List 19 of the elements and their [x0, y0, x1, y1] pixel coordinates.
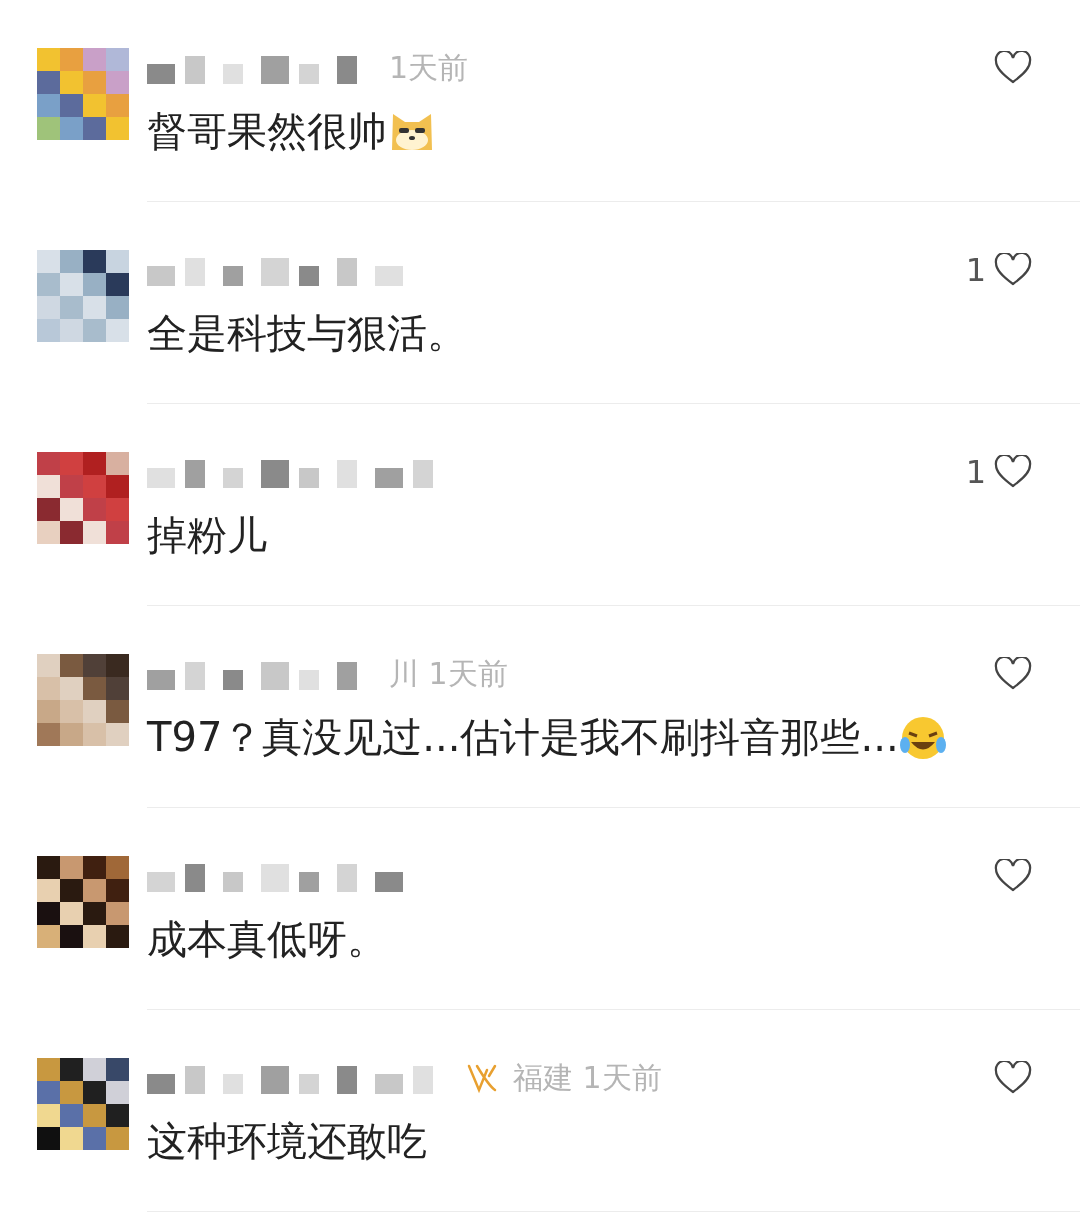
badge-icon: [465, 1062, 499, 1094]
heart-icon[interactable]: [994, 1061, 1032, 1095]
heart-icon[interactable]: [994, 859, 1032, 893]
comment-text: 全是科技与狠活。: [147, 309, 467, 358]
heart-icon[interactable]: [994, 657, 1032, 691]
comment-text: T97？真没见过...估计是我不刷抖音那些...: [147, 713, 899, 762]
heart-icon[interactable]: [994, 51, 1032, 85]
like-count: 1: [965, 251, 986, 289]
comment-text: 督哥果然很帅: [147, 107, 387, 156]
comment-text: 掉粉儿: [147, 511, 267, 560]
comment-time: 川 1天前: [389, 654, 508, 693]
heart-icon[interactable]: [994, 253, 1032, 287]
comment-text: 这种环境还敢吃: [147, 1117, 427, 1166]
heart-icon[interactable]: [994, 455, 1032, 489]
comment-time: 1天前: [389, 48, 469, 87]
comment-time: 福建 1天前: [513, 1058, 662, 1097]
like-count: 1: [965, 453, 986, 491]
comment-text: 成本真低呀。: [147, 915, 387, 964]
laughing-face-icon: [898, 714, 947, 761]
